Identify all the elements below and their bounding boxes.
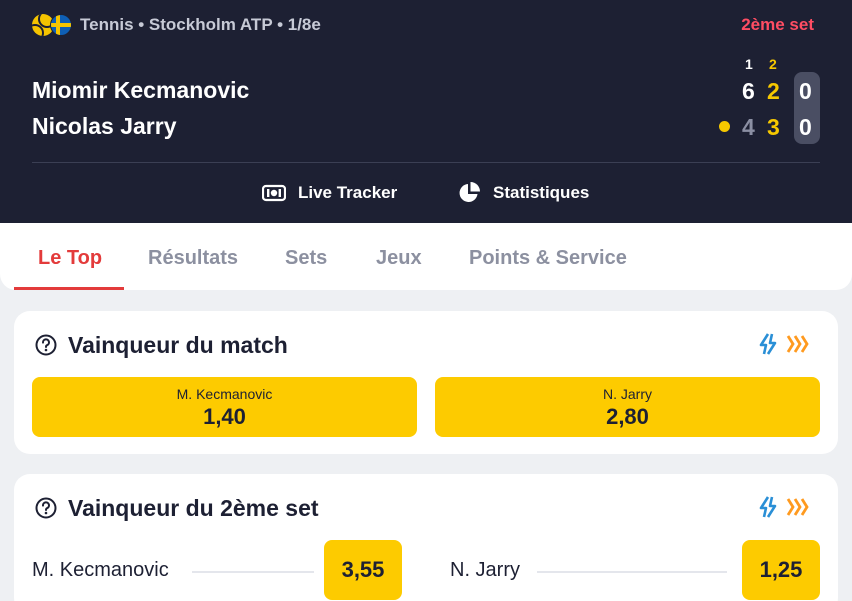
tab-le-top[interactable]: Le Top bbox=[38, 247, 102, 270]
player-2-set-1-score: 4 bbox=[742, 114, 755, 140]
match-header: Tennis • Stockholm ATP • 1/8e 2ème set M… bbox=[0, 0, 852, 223]
cashout-icon bbox=[759, 496, 777, 518]
boost-chevrons-icon bbox=[786, 335, 809, 353]
odds-button-jarry[interactable]: N. Jarry 2,80 bbox=[435, 377, 820, 437]
boost-chevrons-icon bbox=[786, 498, 809, 516]
player-1-set-2-score: 2 bbox=[767, 78, 780, 104]
tab-points-service[interactable]: Points & Service bbox=[469, 247, 627, 270]
competition-row: Tennis • Stockholm ATP • 1/8e bbox=[32, 12, 321, 38]
cashout-icon bbox=[759, 333, 777, 355]
outcome-name: N. Jarry bbox=[603, 386, 652, 402]
divider-line bbox=[192, 571, 314, 573]
market-feature-icons bbox=[758, 496, 810, 518]
tab-jeux[interactable]: Jeux bbox=[376, 247, 422, 270]
question-mark-icon[interactable] bbox=[35, 497, 57, 519]
tab-resultats[interactable]: Résultats bbox=[148, 247, 238, 270]
market-feature-icons bbox=[758, 333, 810, 355]
live-tracker-icon bbox=[262, 184, 286, 202]
market-card-set-winner: Vainqueur du 2ème set M. Kecmanovic 3,55… bbox=[14, 474, 838, 601]
live-tracker-button[interactable]: Live Tracker bbox=[262, 176, 397, 210]
competition-label: Tennis • Stockholm ATP • 1/8e bbox=[80, 15, 321, 34]
player-2-name: Nicolas Jarry bbox=[32, 113, 177, 139]
pie-chart-icon bbox=[459, 182, 480, 202]
outcome-odd: 1,40 bbox=[203, 404, 246, 429]
market-title: Vainqueur du 2ème set bbox=[68, 495, 319, 521]
odds-button-kecmanovic[interactable]: M. Kecmanovic 1,40 bbox=[32, 377, 417, 437]
player-1-game-score: 0 bbox=[799, 78, 812, 104]
market-card-match-winner: Vainqueur du match M. Kecmanovic 1,40 N.… bbox=[14, 311, 838, 454]
question-mark-icon[interactable] bbox=[35, 334, 57, 356]
serving-indicator-icon bbox=[719, 121, 730, 132]
statistics-button[interactable]: Statistiques bbox=[457, 176, 589, 210]
outcome-name: M. Kecmanovic bbox=[176, 386, 273, 402]
odds-button-jarry[interactable]: 1,25 bbox=[742, 540, 820, 600]
outcome-name-jarry: N. Jarry bbox=[450, 559, 520, 581]
outcome-name-kecmanovic: M. Kecmanovic bbox=[32, 559, 169, 581]
competition-flags bbox=[32, 13, 76, 37]
odds-button-kecmanovic[interactable]: 3,55 bbox=[324, 540, 402, 600]
outcome-odd: 2,80 bbox=[606, 404, 649, 429]
market-tabs: Le Top Résultats Sets Jeux Points & Serv… bbox=[0, 223, 852, 290]
live-set-status: 2ème set bbox=[741, 15, 814, 34]
set-2-header: 2 bbox=[769, 56, 777, 72]
tab-sets[interactable]: Sets bbox=[285, 247, 327, 270]
divider-line bbox=[537, 571, 727, 573]
active-tab-indicator bbox=[14, 287, 124, 290]
statistics-label: Statistiques bbox=[493, 183, 590, 202]
live-tracker-label: Live Tracker bbox=[298, 183, 398, 202]
player-1-set-1-score: 6 bbox=[742, 78, 755, 104]
market-title: Vainqueur du match bbox=[68, 332, 288, 358]
set-1-header: 1 bbox=[745, 56, 753, 72]
player-2-set-2-score: 3 bbox=[767, 114, 780, 140]
player-2-game-score: 0 bbox=[799, 114, 812, 140]
header-divider bbox=[32, 162, 820, 163]
sweden-flag-icon bbox=[50, 14, 72, 36]
player-1-name: Miomir Kecmanovic bbox=[32, 77, 250, 103]
